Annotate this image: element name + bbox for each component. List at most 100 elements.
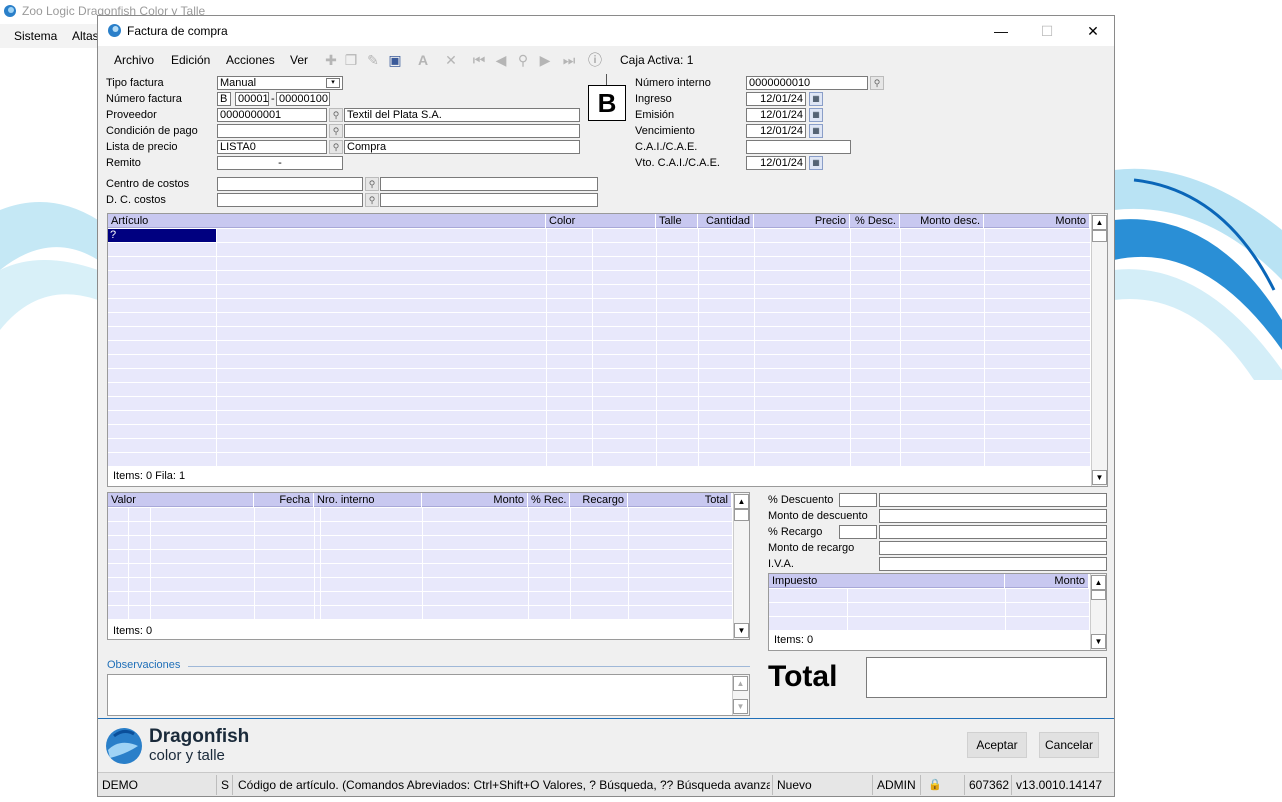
centro-costos-code-field[interactable] — [217, 177, 363, 191]
dc-costos-search-icon[interactable]: ⚲ — [365, 193, 379, 207]
selected-cell[interactable]: ? — [108, 229, 216, 242]
descuento-extra-field[interactable] — [879, 493, 1107, 507]
numero-letra-field[interactable]: B — [217, 92, 231, 106]
tipo-factura-select[interactable]: Manual ▾ — [217, 76, 343, 90]
scroll-up-icon[interactable]: ▲ — [1091, 575, 1106, 590]
table-row[interactable] — [108, 383, 1090, 397]
col-precio[interactable]: Precio — [754, 214, 850, 228]
col-valor[interactable]: Valor — [108, 493, 254, 507]
table-row[interactable] — [108, 508, 732, 522]
calendar-icon[interactable]: ▦ — [809, 124, 823, 138]
table-row[interactable] — [108, 369, 1090, 383]
copy-icon[interactable]: ❐ — [342, 51, 360, 69]
table-row[interactable] — [108, 313, 1090, 327]
delete-icon[interactable]: ✕ — [442, 51, 460, 69]
scroll-down-icon[interactable]: ▼ — [734, 623, 749, 638]
col-nro-interno[interactable]: Nro. interno — [314, 493, 422, 507]
maximize-button[interactable]: ☐ — [1024, 20, 1070, 42]
table-row[interactable] — [108, 550, 732, 564]
table-row[interactable] — [108, 243, 1090, 257]
table-row[interactable] — [108, 522, 732, 536]
table-row[interactable] — [769, 617, 1089, 631]
col-impuesto[interactable]: Impuesto — [769, 574, 1005, 588]
col-color[interactable]: Color — [546, 214, 656, 228]
cai-field[interactable] — [746, 140, 851, 154]
dc-costos-code-field[interactable] — [217, 193, 363, 207]
col-fecha[interactable]: Fecha — [254, 493, 314, 507]
total-field[interactable] — [866, 657, 1107, 698]
articles-grid-body[interactable] — [108, 229, 1090, 467]
monto-descuento-field[interactable] — [879, 509, 1107, 523]
table-row[interactable] — [769, 603, 1089, 617]
table-row[interactable] — [108, 327, 1090, 341]
scroll-up-icon[interactable]: ▲ — [733, 676, 748, 691]
table-row[interactable] — [769, 589, 1089, 603]
monto-recargo-field[interactable] — [879, 541, 1107, 555]
search-binoculars-icon[interactable]: ⚲ — [514, 51, 532, 69]
col-monto-desc[interactable]: Monto desc. — [900, 214, 984, 228]
table-row[interactable] — [108, 341, 1090, 355]
numero-interno-search-icon[interactable]: ⚲ — [870, 76, 884, 90]
ingreso-date-field[interactable]: 12/01/24 — [746, 92, 806, 106]
previous-record-icon[interactable]: ◀ — [492, 51, 510, 69]
chevron-down-icon[interactable]: ▾ — [326, 78, 340, 88]
values-scrollbar[interactable]: ▲ ▼ — [733, 493, 749, 639]
edit-icon[interactable]: ✎ — [364, 51, 382, 69]
col-total[interactable]: Total — [628, 493, 732, 507]
col-articulo[interactable]: Artículo — [108, 214, 546, 228]
vto-cai-date-field[interactable]: 12/01/24 — [746, 156, 806, 170]
table-row[interactable] — [108, 355, 1090, 369]
table-row[interactable] — [108, 592, 732, 606]
scroll-down-icon[interactable]: ▼ — [733, 699, 748, 714]
calendar-icon[interactable]: ▦ — [809, 108, 823, 122]
remito-field[interactable]: - — [217, 156, 343, 170]
info-icon[interactable]: ⓘ — [586, 51, 604, 69]
font-icon[interactable]: A — [414, 51, 432, 69]
articles-scrollbar[interactable]: ▲ ▼ — [1091, 214, 1107, 486]
condicion-pago-search-icon[interactable]: ⚲ — [329, 124, 343, 138]
scroll-thumb[interactable] — [1092, 230, 1107, 242]
table-row[interactable] — [108, 536, 732, 550]
aceptar-button[interactable]: Aceptar — [967, 732, 1027, 758]
table-row[interactable] — [108, 578, 732, 592]
table-row[interactable] — [108, 411, 1090, 425]
scroll-up-icon[interactable]: ▲ — [734, 494, 749, 509]
last-record-icon[interactable]: ⏭ — [560, 51, 578, 69]
condicion-pago-name-field[interactable] — [344, 124, 580, 138]
add-icon[interactable]: ✚ — [322, 51, 340, 69]
table-row[interactable] — [108, 453, 1090, 467]
observaciones-textarea[interactable]: ▲ ▼ — [107, 674, 750, 716]
scroll-up-icon[interactable]: ▲ — [1092, 215, 1107, 230]
vencimiento-date-field[interactable]: 12/01/24 — [746, 124, 806, 138]
calendar-icon[interactable]: ▦ — [809, 156, 823, 170]
first-record-icon[interactable]: ⏮ — [470, 51, 488, 69]
col-monto[interactable]: Monto — [422, 493, 528, 507]
col-monto[interactable]: Monto — [1005, 574, 1089, 588]
table-row[interactable] — [108, 229, 1090, 243]
numero-field[interactable]: 00000100 — [276, 92, 330, 106]
scroll-down-icon[interactable]: ▼ — [1092, 470, 1107, 485]
table-row[interactable] — [108, 425, 1090, 439]
centro-costos-name-field[interactable] — [380, 177, 598, 191]
proveedor-search-icon[interactable]: ⚲ — [329, 108, 343, 122]
table-row[interactable] — [108, 397, 1090, 411]
observaciones-scrollbar[interactable]: ▲ ▼ — [732, 675, 749, 715]
scroll-down-icon[interactable]: ▼ — [1091, 634, 1106, 649]
col-desc[interactable]: % Desc. — [850, 214, 900, 228]
pct-descuento-field[interactable] — [839, 493, 877, 507]
proveedor-name-field[interactable]: Textil del Plata S.A. — [344, 108, 580, 122]
table-row[interactable] — [108, 271, 1090, 285]
lista-precio-search-icon[interactable]: ⚲ — [329, 140, 343, 154]
condicion-pago-code-field[interactable] — [217, 124, 327, 138]
col-recargo[interactable]: Recargo — [570, 493, 628, 507]
next-record-icon[interactable]: ▶ — [536, 51, 554, 69]
scroll-thumb[interactable] — [1091, 590, 1106, 600]
menu-edicion[interactable]: Edición — [171, 53, 210, 67]
recargo-extra-field[interactable] — [879, 525, 1107, 539]
table-row[interactable] — [108, 439, 1090, 453]
col-cantidad[interactable]: Cantidad — [698, 214, 754, 228]
close-button[interactable]: ✕ — [1070, 20, 1116, 42]
centro-costos-search-icon[interactable]: ⚲ — [365, 177, 379, 191]
save-icon[interactable]: ▣ — [386, 51, 404, 69]
menu-archivo[interactable]: Archivo — [114, 53, 154, 67]
